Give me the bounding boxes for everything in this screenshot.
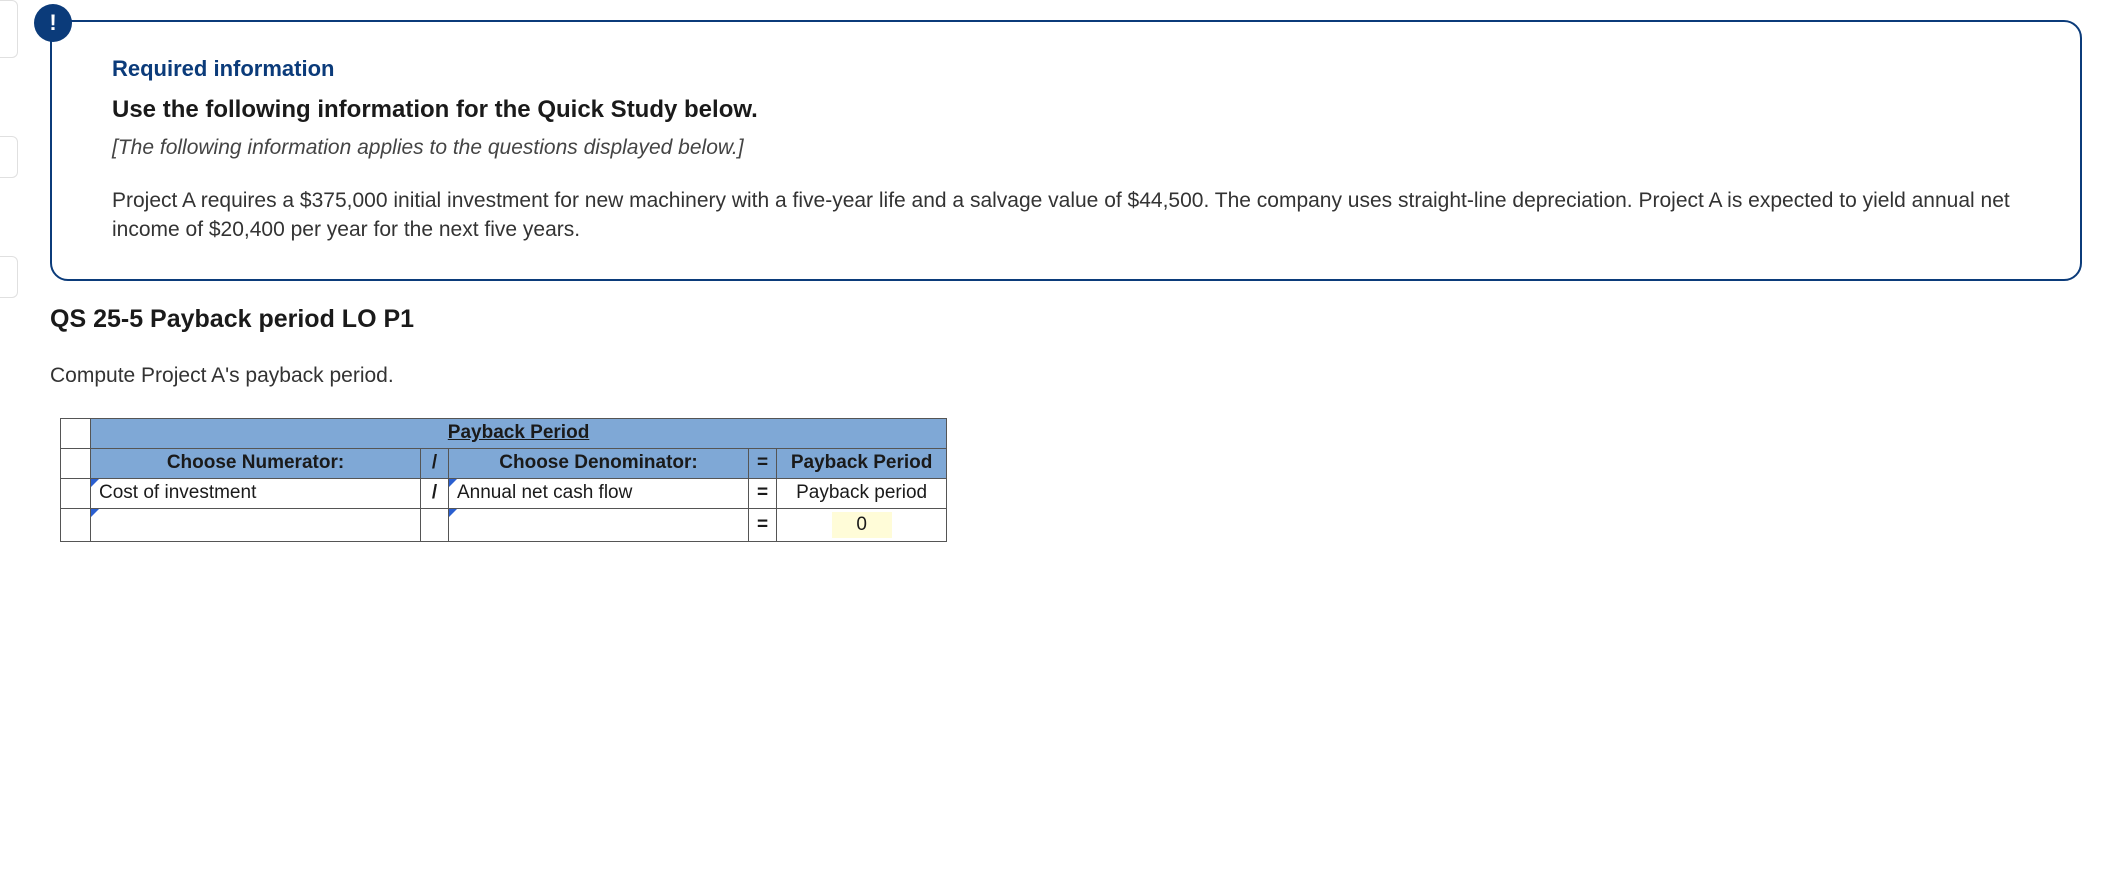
choose-numerator-header: Choose Numerator: bbox=[91, 448, 421, 478]
result-value-box[interactable]: 0 bbox=[832, 512, 892, 538]
equals-header: = bbox=[749, 448, 777, 478]
required-info-panel: ! Required information Use the following… bbox=[50, 20, 2082, 281]
equals-cell-1: = bbox=[749, 478, 777, 508]
result-label-cell: Payback period bbox=[777, 478, 947, 508]
instruction-text: Compute Project A's payback period. bbox=[50, 364, 2082, 388]
numerator-value-input[interactable] bbox=[91, 508, 421, 541]
slash-header: / bbox=[421, 448, 449, 478]
denominator-value-input[interactable] bbox=[449, 508, 749, 541]
numerator-dropdown[interactable]: Cost of investment bbox=[91, 478, 421, 508]
left-nav-stubs bbox=[0, 0, 18, 376]
table-row: Cost of investment / Annual net cash flo… bbox=[61, 478, 947, 508]
table-row: = 0 bbox=[61, 508, 947, 541]
left-stub-2[interactable] bbox=[0, 136, 18, 178]
slash-cell-1: / bbox=[421, 478, 449, 508]
choose-denominator-header: Choose Denominator: bbox=[449, 448, 749, 478]
table-title: Payback Period bbox=[91, 418, 947, 448]
payback-table: Payback Period Choose Numerator: / Choos… bbox=[60, 418, 947, 542]
slash-cell-2 bbox=[421, 508, 449, 541]
qs-heading: QS 25-5 Payback period LO P1 bbox=[50, 305, 2082, 334]
left-stub-3[interactable] bbox=[0, 256, 18, 298]
use-info-heading: Use the following information for the Qu… bbox=[112, 96, 2032, 124]
applies-note: [The following information applies to th… bbox=[112, 136, 2032, 160]
result-value-cell: 0 bbox=[777, 508, 947, 541]
exclamation-icon: ! bbox=[34, 4, 72, 42]
table-stub-subheader bbox=[61, 448, 91, 478]
equals-cell-2: = bbox=[749, 508, 777, 541]
row1-stub bbox=[61, 478, 91, 508]
denominator-dropdown[interactable]: Annual net cash flow bbox=[449, 478, 749, 508]
result-header: Payback Period bbox=[777, 448, 947, 478]
required-info-header: Required information bbox=[112, 56, 2032, 82]
problem-prose: Project A requires a $375,000 initial in… bbox=[112, 186, 2032, 245]
table-stub-header bbox=[61, 418, 91, 448]
row2-stub bbox=[61, 508, 91, 541]
left-stub-1[interactable] bbox=[0, 0, 18, 58]
